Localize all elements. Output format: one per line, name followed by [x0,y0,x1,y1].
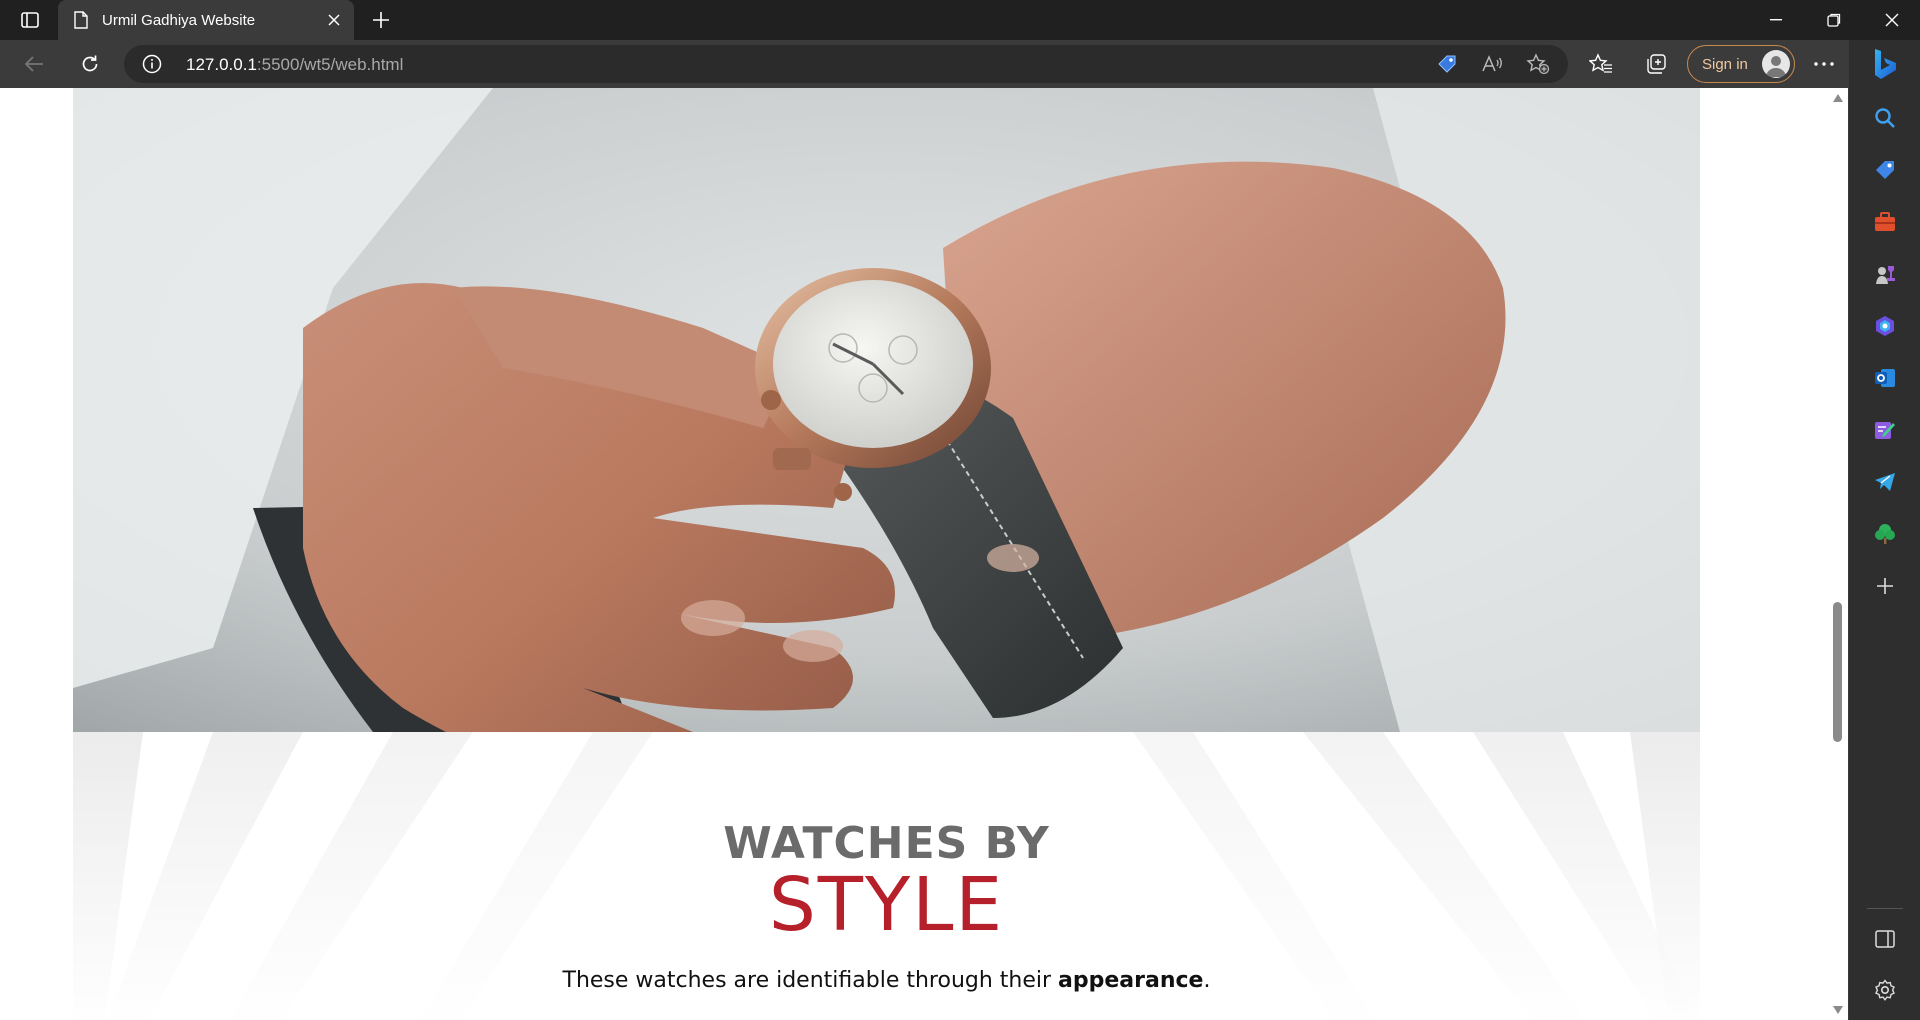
edge-sidebar [1848,40,1920,1020]
tree-icon[interactable] [1871,520,1899,548]
scroll-thumb[interactable] [1833,602,1842,742]
tagline-prefix: These watches are identifiable through t… [562,968,1059,993]
minimize-button[interactable] [1748,0,1804,40]
refresh-button[interactable] [72,48,108,80]
new-tab-button[interactable] [366,6,396,34]
info-icon[interactable] [142,54,162,74]
collections-icon [1647,54,1666,74]
close-icon[interactable] [320,6,348,34]
browser-toolbar: 127.0.0.1:5500/wt5/web.html Sign in [0,40,1920,88]
copilot-icon[interactable] [1871,312,1899,340]
shopping-tag-icon[interactable] [1871,156,1899,184]
sign-in-button[interactable]: Sign in [1687,45,1795,83]
search-icon[interactable] [1871,104,1899,132]
games-icon[interactable] [1871,260,1899,288]
favorites-icon [1589,53,1612,73]
tab-actions-icon[interactable] [14,6,46,34]
scroll-down-arrow-icon[interactable] [1833,1006,1843,1014]
split-screen-icon[interactable] [1871,925,1899,953]
vertical-scrollbar[interactable] [1828,88,1848,1020]
style-section: WATCHES BY STYLE These watches are ident… [73,732,1700,1020]
minimize-icon [1770,19,1782,21]
section-tagline: These watches are identifiable through t… [73,968,1700,993]
address-bar[interactable]: 127.0.0.1:5500/wt5/web.html [124,45,1568,83]
settings-icon[interactable] [1871,976,1899,1004]
designer-icon[interactable] [1871,416,1899,444]
sidebar-divider [1867,908,1903,909]
telegram-icon[interactable] [1871,468,1899,496]
add-favorite-icon[interactable] [1525,52,1551,76]
browser-tab[interactable]: Urmil Gadhiya Website [58,0,354,40]
shopping-tag-icon[interactable] [1434,52,1460,76]
more-button[interactable] [1806,48,1842,80]
page-viewport: WATCHES BY STYLE These watches are ident… [0,88,1848,1020]
page-icon [72,10,90,30]
back-arrow-icon [24,56,43,72]
hero-watch-image [73,88,1700,732]
refresh-icon [82,55,98,72]
title-bar: Urmil Gadhiya Website [0,0,1920,40]
collections-button[interactable] [1638,48,1674,80]
url-host: 127.0.0.1 [186,55,257,74]
tab-title: Urmil Gadhiya Website [102,11,256,29]
section-heading-big: STYLE [768,862,1005,948]
back-button[interactable] [16,48,52,80]
plus-icon [373,12,389,28]
tagline-bold: appearance [1058,968,1204,993]
restore-button[interactable] [1806,0,1862,40]
read-aloud-icon[interactable] [1479,52,1505,76]
scroll-up-arrow-icon[interactable] [1833,94,1843,102]
more-icon [1814,62,1834,66]
window-close-button[interactable] [1864,0,1920,40]
avatar [1762,50,1790,78]
tagline-suffix: . [1203,968,1211,993]
close-icon [1885,13,1899,27]
url-text[interactable]: 127.0.0.1:5500/wt5/web.html [186,55,403,75]
restore-icon [1827,13,1841,27]
tools-icon[interactable] [1871,208,1899,236]
url-path: :5500/wt5/web.html [256,55,404,74]
favorites-button[interactable] [1583,48,1619,80]
bing-icon[interactable] [1867,46,1903,82]
add-icon[interactable] [1871,572,1899,600]
outlook-icon[interactable] [1871,364,1899,392]
sign-in-label: Sign in [1702,55,1748,73]
